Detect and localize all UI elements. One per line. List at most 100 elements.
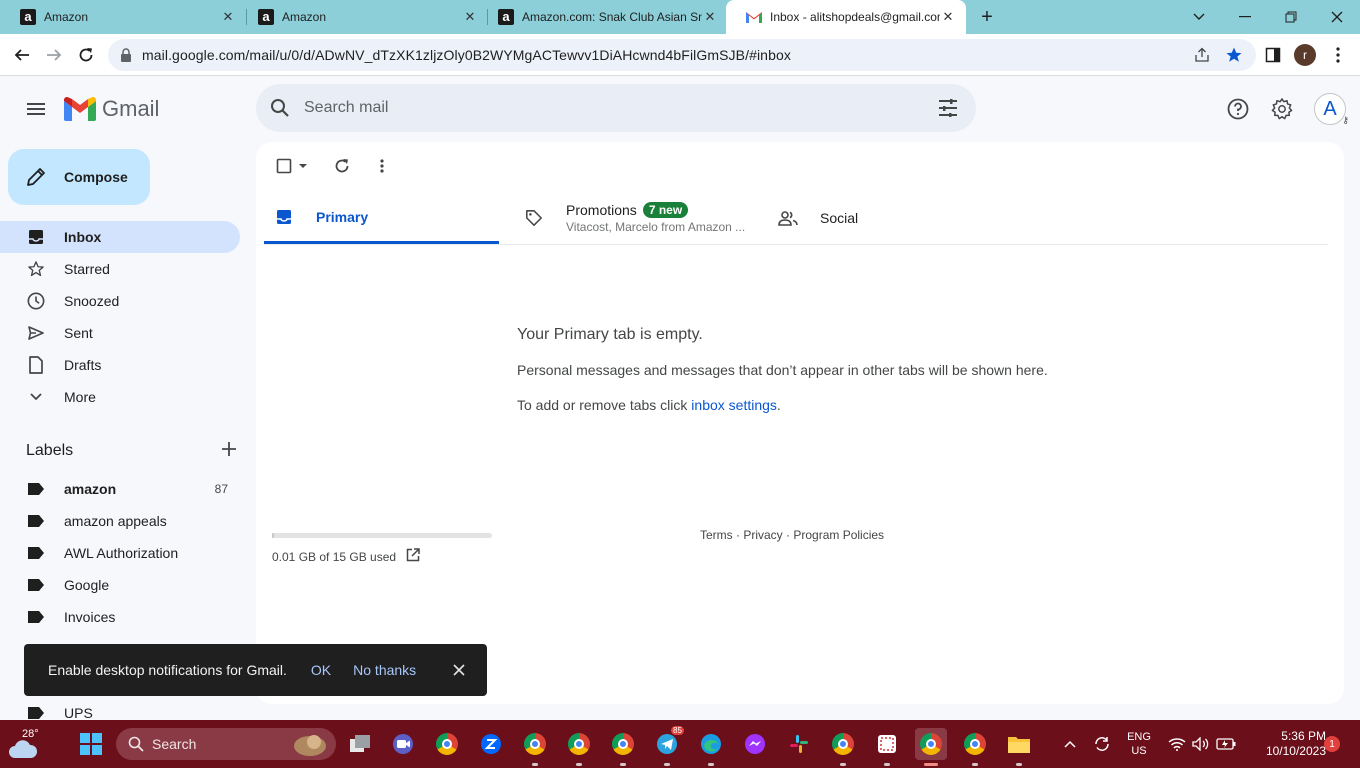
snackbar-close-button[interactable] xyxy=(449,660,469,680)
taskbar-telegram-app[interactable]: 85 xyxy=(651,726,684,766)
taskbar-chrome-6[interactable] xyxy=(959,728,991,766)
zalo-icon xyxy=(481,734,501,754)
close-tab-icon[interactable]: ✕ xyxy=(940,9,956,25)
close-tab-icon[interactable]: ✕ xyxy=(462,9,478,25)
create-label-button[interactable] xyxy=(222,441,236,461)
search-bar[interactable] xyxy=(256,84,976,132)
browser-tab-amazon-snak[interactable]: a Amazon.com: Snak Club Asian Sn ✕ xyxy=(478,0,728,34)
snackbar-no-thanks-button[interactable]: No thanks xyxy=(353,662,416,678)
footer-separator: · xyxy=(782,528,794,542)
tab-title: Amazon.com: Snak Club Asian Sn xyxy=(522,10,702,24)
battery-tray[interactable] xyxy=(1214,720,1238,768)
more-actions-button[interactable] xyxy=(368,152,396,180)
taskbar-clock[interactable]: 5:36 PM 10/10/2023 xyxy=(1246,729,1326,759)
arrow-left-icon xyxy=(14,49,29,61)
minimize-button[interactable] xyxy=(1222,0,1268,34)
nav-item-more[interactable]: More xyxy=(0,381,240,413)
search-input[interactable] xyxy=(304,99,920,117)
label-name: amazon xyxy=(64,481,117,497)
program-policies-link[interactable]: Program Policies xyxy=(793,528,884,542)
taskbar-chrome-4[interactable] xyxy=(607,728,639,766)
select-all-button[interactable] xyxy=(272,152,312,180)
privacy-link[interactable]: Privacy xyxy=(743,528,782,542)
tab-promotions[interactable]: Promotions 7 new Vitacost, Marcelo from … xyxy=(524,192,764,244)
gmail-logo[interactable]: Gmail xyxy=(64,96,159,122)
reload-button[interactable] xyxy=(71,40,101,70)
weather-widget[interactable]: 28° xyxy=(8,726,44,762)
task-view-button[interactable] xyxy=(344,728,376,760)
tab-label: Social xyxy=(820,210,859,226)
support-button[interactable] xyxy=(1222,93,1254,125)
close-tab-icon[interactable]: ✕ xyxy=(220,9,236,25)
taskbar-chrome-3[interactable] xyxy=(563,728,595,766)
label-item-google[interactable]: Google xyxy=(0,569,240,601)
label-item-amazon[interactable]: amazon 87 xyxy=(0,473,240,505)
google-account-button[interactable]: A ⚷ xyxy=(1314,93,1349,125)
lock-icon xyxy=(121,48,131,62)
language-indicator[interactable]: ENG US xyxy=(1120,720,1158,768)
terms-link[interactable]: Terms xyxy=(700,528,733,542)
new-tab-button[interactable]: + xyxy=(975,5,999,29)
notification-center-badge[interactable]: 1 xyxy=(1324,736,1340,752)
taskbar-chrome-1[interactable] xyxy=(431,728,463,760)
restore-button[interactable] xyxy=(1268,0,1314,34)
address-bar[interactable]: mail.google.com/mail/u/0/d/ADwNV_dTzXK1z… xyxy=(108,39,1256,71)
back-button[interactable] xyxy=(7,40,37,70)
bookmark-star-button[interactable] xyxy=(1219,39,1249,71)
compose-button[interactable]: Compose xyxy=(8,149,150,205)
show-hidden-icons-button[interactable] xyxy=(1058,720,1082,768)
volume-tray[interactable] xyxy=(1190,720,1212,768)
sync-tray-button[interactable] xyxy=(1090,720,1114,768)
taskbar-chrome-5[interactable] xyxy=(827,728,859,766)
wifi-tray[interactable] xyxy=(1166,720,1188,768)
browser-tab-amazon-1[interactable]: a Amazon ✕ xyxy=(0,0,246,34)
settings-button[interactable] xyxy=(1266,93,1298,125)
taskbar-chrome-active[interactable] xyxy=(915,728,947,766)
search-button[interactable] xyxy=(256,98,304,118)
taskbar-snipping-tool[interactable] xyxy=(871,728,903,766)
taskbar-slack-app[interactable] xyxy=(783,728,815,760)
main-menu-button[interactable] xyxy=(20,93,52,125)
start-button[interactable] xyxy=(75,728,107,760)
tab-title: Amazon xyxy=(282,10,327,24)
empty-title: Your Primary tab is empty. xyxy=(517,326,703,343)
compose-label: Compose xyxy=(64,169,128,185)
share-button[interactable] xyxy=(1187,39,1217,71)
nav-item-starred[interactable]: Starred xyxy=(0,253,240,285)
tab-primary[interactable]: Primary xyxy=(264,192,499,244)
label-tag-icon xyxy=(28,707,44,719)
taskbar-search[interactable]: Search xyxy=(116,728,336,760)
browser-menu-button[interactable] xyxy=(1323,40,1353,70)
tab-search-button[interactable] xyxy=(1176,0,1222,34)
manage-storage-link[interactable] xyxy=(406,548,420,565)
label-item-awl-authorization[interactable]: AWL Authorization xyxy=(0,537,240,569)
browser-tab-amazon-2[interactable]: a Amazon ✕ xyxy=(238,0,488,34)
label-item-amazon-appeals[interactable]: amazon appeals xyxy=(0,505,240,537)
taskbar-edge-app[interactable] xyxy=(695,728,727,766)
close-window-button[interactable] xyxy=(1314,0,1360,34)
amazon-favicon-icon: a xyxy=(498,9,514,25)
browser-tab-gmail[interactable]: Inbox - alitshopdeals@gmail.com ✕ xyxy=(726,0,966,34)
nav-item-inbox[interactable]: Inbox xyxy=(0,221,240,253)
running-indicator xyxy=(532,763,538,766)
help-icon xyxy=(1227,98,1249,120)
close-tab-icon[interactable]: ✕ xyxy=(702,9,718,25)
nav-item-sent[interactable]: Sent xyxy=(0,317,240,349)
taskbar-file-explorer[interactable] xyxy=(1003,728,1035,766)
nav-item-snoozed[interactable]: Snoozed xyxy=(0,285,240,317)
taskbar-messenger-app[interactable] xyxy=(739,728,771,760)
refresh-button[interactable] xyxy=(328,152,356,180)
label-item-invoices[interactable]: Invoices xyxy=(0,601,240,633)
forward-button[interactable] xyxy=(39,40,69,70)
search-options-button[interactable] xyxy=(920,99,976,117)
nav-item-drafts[interactable]: Drafts xyxy=(0,349,240,381)
taskbar-chrome-2[interactable] xyxy=(519,728,551,766)
inbox-settings-link[interactable]: inbox settings xyxy=(691,397,777,413)
profile-button[interactable]: r xyxy=(1290,40,1320,70)
tab-social[interactable]: Social xyxy=(778,192,978,244)
side-panel-button[interactable] xyxy=(1258,40,1288,70)
taskbar-meet-app[interactable] xyxy=(387,728,419,760)
snackbar-ok-button[interactable]: OK xyxy=(311,662,331,678)
taskbar-zalo-app[interactable] xyxy=(475,728,507,760)
speaker-icon xyxy=(1192,737,1209,751)
